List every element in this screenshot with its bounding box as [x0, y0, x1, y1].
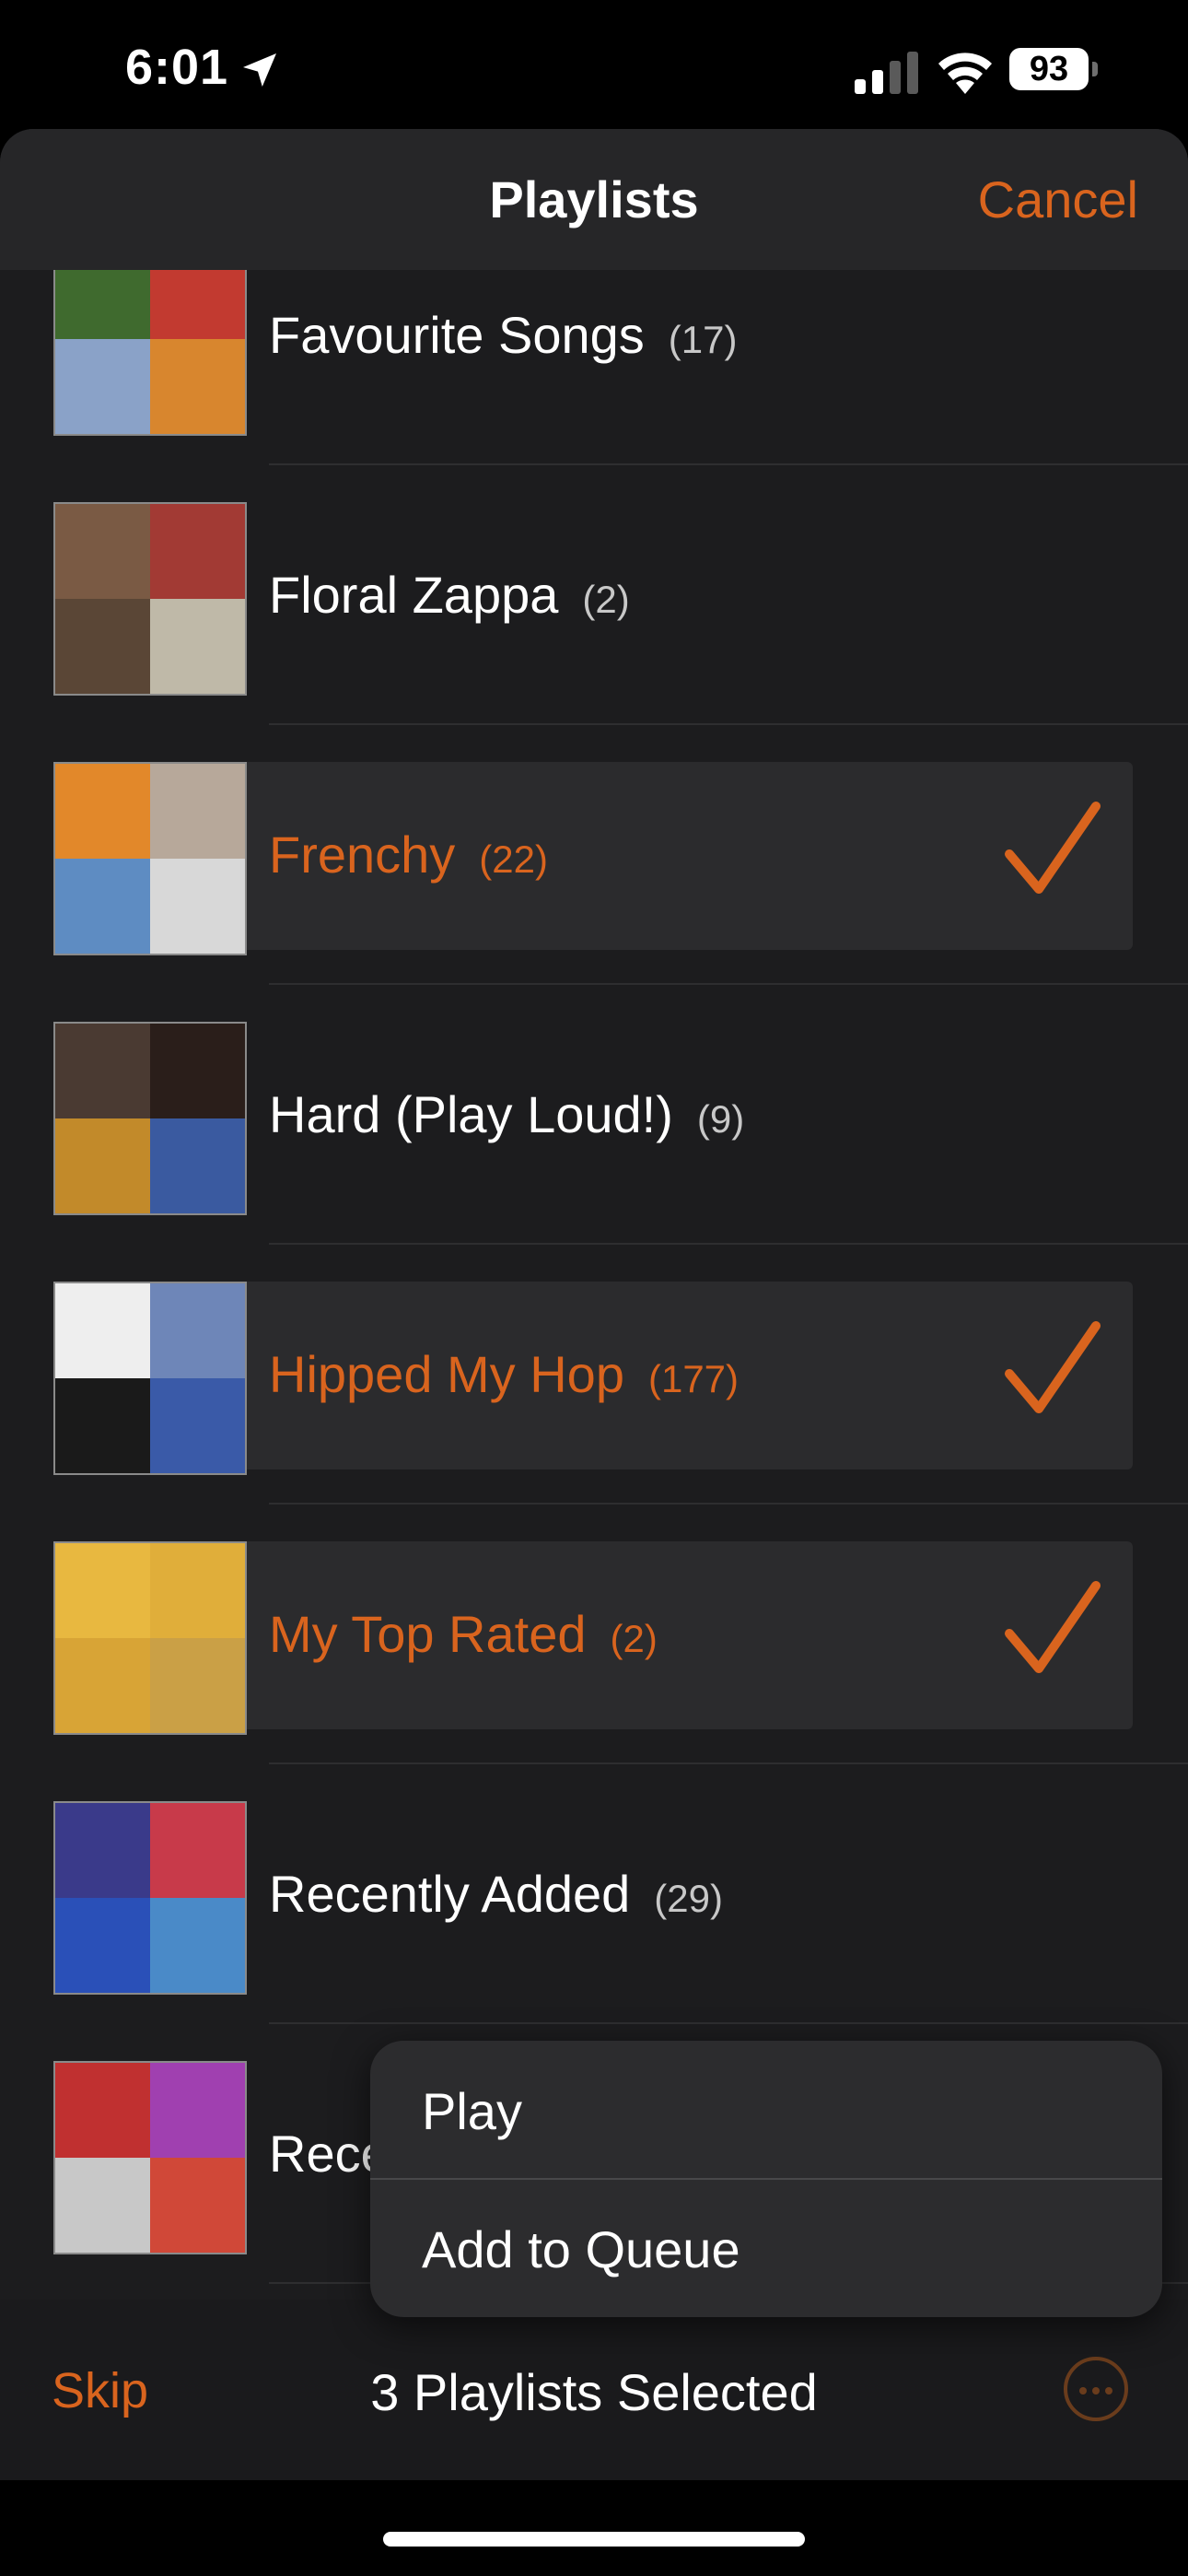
playlist-artwork — [53, 2061, 247, 2254]
status-time: 6:01 — [125, 40, 229, 95]
playlist-track-count: (9) — [696, 1097, 745, 1141]
ellipsis-dot — [1092, 2387, 1100, 2395]
wifi-icon — [938, 53, 992, 94]
playlist-artwork — [53, 502, 247, 696]
cancel-button[interactable]: Cancel — [978, 170, 1138, 229]
playlist-title: Frenchy — [269, 825, 456, 884]
battery-level: 93 — [1009, 48, 1089, 90]
playlist-name: Favourite Songs (17) — [269, 305, 737, 365]
context-menu: Play Add to Queue — [370, 2041, 1162, 2317]
battery-cap — [1092, 62, 1098, 76]
location-arrow-icon — [243, 53, 276, 87]
playlist-artwork — [53, 270, 247, 436]
playlist-title: My Top Rated — [269, 1605, 587, 1663]
playlist-name: Frenchy (22) — [269, 825, 548, 884]
playlist-track-count: (29) — [654, 1877, 723, 1920]
artwork-tile — [55, 270, 150, 339]
playlist-name: My Top Rated (2) — [269, 1604, 658, 1664]
artwork-tile — [150, 1283, 245, 1378]
menu-item-label: Play — [422, 2082, 522, 2140]
artwork-tile — [55, 764, 150, 859]
artwork-tile — [150, 1024, 245, 1118]
artwork-tile — [150, 1378, 245, 1473]
playlist-artwork — [53, 1541, 247, 1735]
artwork-tile — [55, 859, 150, 954]
artwork-tile — [55, 504, 150, 599]
artwork-tile — [55, 1378, 150, 1473]
artwork-tile — [150, 1543, 245, 1638]
artwork-tile — [55, 1638, 150, 1733]
artwork-tile — [150, 1638, 245, 1733]
status-bar: 6:01 93 — [0, 0, 1188, 129]
ellipsis-dot — [1105, 2387, 1112, 2395]
artwork-tile — [55, 1118, 150, 1213]
artwork-tile — [55, 1803, 150, 1898]
playlist-track-count: (2) — [582, 578, 630, 621]
playlist-track-count: (2) — [610, 1617, 658, 1660]
artwork-tile — [55, 2063, 150, 2158]
home-indicator[interactable] — [383, 2532, 805, 2547]
menu-item-label: Add to Queue — [422, 2220, 740, 2278]
playlist-title: Hard (Play Loud!) — [269, 1085, 673, 1143]
screen: 6:01 93 Playlists Cancel Favourite Songs… — [0, 0, 1188, 2576]
playlist-artwork — [53, 1022, 247, 1215]
playlist-track-count: (17) — [668, 318, 738, 361]
cellular-signal-icon — [855, 52, 918, 94]
playlist-row[interactable]: Frenchy (22) — [0, 725, 1188, 985]
playlist-row[interactable]: My Top Rated (2) — [0, 1505, 1188, 1764]
menu-item-add-to-queue[interactable]: Add to Queue — [370, 2179, 1162, 2317]
artwork-tile — [150, 270, 245, 339]
playlist-title: Recently Added — [269, 1865, 631, 1923]
artwork-tile — [150, 764, 245, 859]
playlist-name: Hard (Play Loud!) (9) — [269, 1084, 744, 1144]
playlist-track-count: (22) — [479, 837, 548, 881]
artwork-tile — [55, 599, 150, 694]
checkmark-icon — [1005, 1581, 1101, 1673]
artwork-tile — [150, 2158, 245, 2253]
artwork-tile — [150, 859, 245, 954]
artwork-tile — [150, 339, 245, 434]
playlist-row[interactable]: Favourite Songs (17) — [0, 270, 1188, 465]
menu-item-play[interactable]: Play — [370, 2041, 1162, 2179]
battery-indicator: 93 — [1009, 48, 1098, 92]
playlist-title: Floral Zappa — [269, 566, 559, 624]
artwork-tile — [55, 1898, 150, 1993]
playlist-artwork — [53, 1801, 247, 1995]
playlist-row[interactable]: Recently Added (29) — [0, 1764, 1188, 2024]
artwork-tile — [150, 1118, 245, 1213]
playlist-name: Hipped My Hop (177) — [269, 1344, 739, 1404]
ellipsis-dot — [1079, 2387, 1087, 2395]
checkmark-icon — [1005, 1321, 1101, 1413]
artwork-tile — [55, 1543, 150, 1638]
checkmark-icon — [1005, 802, 1101, 894]
playlist-track-count: (177) — [647, 1357, 740, 1400]
playlist-name: Recently Added (29) — [269, 1864, 723, 1924]
artwork-tile — [150, 1898, 245, 1993]
artwork-tile — [150, 2063, 245, 2158]
bottom-toolbar: Skip 3 Playlists Selected — [0, 2300, 1188, 2480]
playlist-title: Favourite Songs — [269, 306, 645, 364]
more-options-button[interactable] — [1064, 2357, 1128, 2421]
artwork-tile — [150, 504, 245, 599]
artwork-tile — [55, 339, 150, 434]
artwork-tile — [150, 599, 245, 694]
artwork-tile — [150, 1803, 245, 1898]
playlist-artwork — [53, 1282, 247, 1475]
artwork-tile — [55, 1024, 150, 1118]
sheet-header: Playlists Cancel — [0, 129, 1188, 270]
artwork-tile — [55, 2158, 150, 2253]
artwork-tile — [55, 1283, 150, 1378]
playlist-row[interactable]: Hard (Play Loud!) (9) — [0, 985, 1188, 1245]
selection-count-label: 3 Playlists Selected — [370, 2363, 818, 2421]
playlist-row[interactable]: Floral Zappa (2) — [0, 465, 1188, 725]
playlist-title: Hipped My Hop — [269, 1345, 624, 1403]
playlist-name: Floral Zappa (2) — [269, 565, 630, 625]
playlist-artwork — [53, 762, 247, 955]
playlist-row[interactable]: Hipped My Hop (177) — [0, 1245, 1188, 1505]
